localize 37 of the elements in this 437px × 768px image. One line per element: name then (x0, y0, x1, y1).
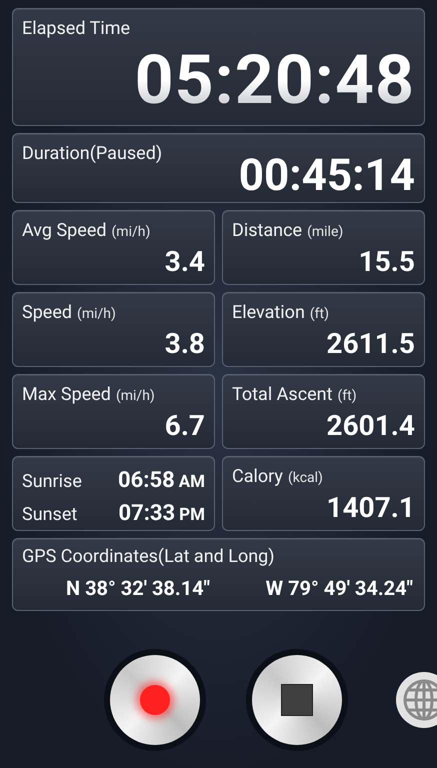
stat-value: 15.5 (358, 246, 415, 278)
stat-label: Max Speed (22, 383, 111, 407)
stat-value: 3.4 (164, 246, 205, 278)
globe-icon (402, 678, 437, 722)
stat-value: 2611.5 (326, 328, 415, 360)
stat-label: Total Ascent (232, 383, 332, 407)
stat-value: 1407.1 (326, 492, 415, 524)
unit-label: (kcal) (288, 469, 323, 488)
stat-label: Distance (232, 219, 302, 243)
duration-time: 00:45:14 (238, 150, 415, 200)
globe-button[interactable] (396, 672, 437, 728)
stat-label: Calory (232, 465, 283, 489)
stat-value: 6.7 (164, 410, 205, 442)
stat-label: Elevation (232, 301, 305, 325)
sun-time: 07:33 (118, 500, 176, 528)
sun-label: Sunrise (22, 470, 82, 494)
panel-label: Elapsed Time (22, 17, 130, 41)
latitude: N 38° 32' 38.14" (66, 575, 210, 601)
sun-label: Sunset (22, 502, 78, 526)
longitude: W 79° 49' 34.24" (266, 575, 413, 601)
unit-label: (ft) (338, 387, 357, 406)
time-period: PM (179, 504, 205, 526)
stat-label: Avg Speed (22, 219, 107, 243)
unit-label: (mile) (307, 223, 344, 242)
unit-label: (mi/h) (112, 223, 150, 242)
panel-label: Duration(Paused) (22, 142, 162, 166)
unit-label: (mi/h) (77, 305, 116, 324)
stat-value: 3.8 (164, 328, 205, 360)
sun-time: 06:58 (118, 466, 175, 494)
unit-label: (mi/h) (116, 387, 155, 406)
time-period: AM (178, 470, 205, 494)
record-icon (140, 685, 170, 715)
panel-label: GPS Coordinates(Lat and Long) (22, 545, 275, 569)
stop-icon (281, 684, 313, 716)
stat-value: 2601.4 (326, 410, 415, 442)
unit-label: (ft) (310, 305, 330, 324)
stat-label: Speed (22, 301, 72, 325)
